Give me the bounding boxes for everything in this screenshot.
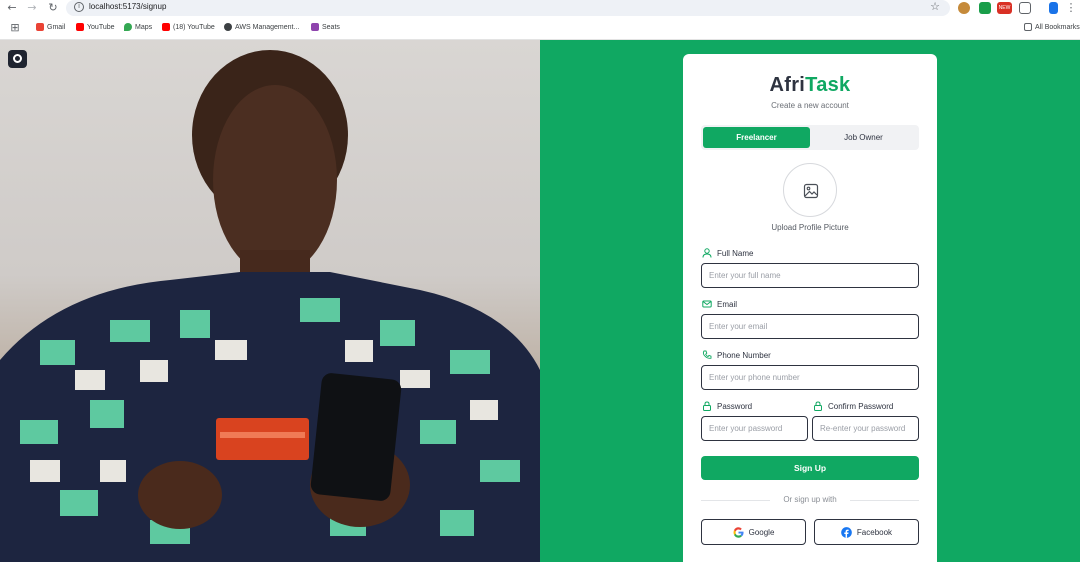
gmail-icon <box>36 23 44 31</box>
mail-icon <box>702 300 712 308</box>
upload-profile-label: Upload Profile Picture <box>771 223 849 232</box>
extension-new-icon[interactable]: NEW <box>997 2 1012 14</box>
back-arrow-icon[interactable]: ← <box>5 1 19 15</box>
full-name-label: Full Name <box>702 248 753 258</box>
address-bar[interactable]: i localhost:5173/signup ☆ <box>66 0 950 16</box>
divider-text: Or sign up with <box>770 495 850 504</box>
tab-freelancer[interactable]: Freelancer <box>703 127 810 148</box>
extensions-puzzle-icon[interactable] <box>1019 2 1031 14</box>
reload-icon[interactable]: ↻ <box>46 1 60 15</box>
folder-icon <box>1024 23 1032 31</box>
apps-grid-icon[interactable]: ⊞ <box>8 21 22 35</box>
bookmark-seats[interactable]: Seats <box>311 23 340 31</box>
google-icon <box>733 526 744 538</box>
facebook-icon <box>841 526 852 538</box>
role-toggle: Freelancer Job Owner <box>701 125 919 150</box>
confirm-password-label: Confirm Password <box>813 401 893 411</box>
all-bookmarks[interactable]: All Bookmarks <box>1024 23 1080 31</box>
extension-green-icon[interactable] <box>979 2 991 14</box>
woman-with-phone-illustration <box>0 50 540 562</box>
profile-icon[interactable] <box>1049 2 1058 14</box>
sign-up-button[interactable]: Sign Up <box>701 456 919 480</box>
tab-job-owner[interactable]: Job Owner <box>810 127 917 148</box>
menu-dots-icon[interactable]: ⋮ <box>1064 1 1078 15</box>
user-icon <box>702 248 712 258</box>
password-input[interactable] <box>701 416 808 441</box>
password-label: Password <box>702 401 752 411</box>
brand-logo: AfriTask <box>769 74 851 96</box>
profile-picture-upload[interactable] <box>783 163 837 217</box>
bookmark-youtube-18[interactable]: (18) YouTube <box>162 23 215 31</box>
aws-icon <box>224 23 232 31</box>
hero-photo <box>0 40 540 562</box>
full-name-input[interactable] <box>701 263 919 288</box>
confirm-password-input[interactable] <box>812 416 919 441</box>
lock-icon <box>703 401 711 411</box>
extension-cookie-icon[interactable] <box>958 2 970 14</box>
bookmark-maps[interactable]: Maps <box>124 23 152 31</box>
site-info-icon[interactable]: i <box>74 2 84 12</box>
image-icon <box>803 183 819 199</box>
phone-label: Phone Number <box>702 350 771 360</box>
email-label: Email <box>702 299 737 309</box>
bookmark-youtube[interactable]: YouTube <box>76 23 115 31</box>
bookmark-aws[interactable]: AWS Management... <box>224 23 299 31</box>
seats-icon <box>311 23 319 31</box>
browser-chrome: ← → ↻ i localhost:5173/signup ☆ NEW ⋮ ⊞ … <box>0 0 1080 40</box>
lock-icon <box>814 401 822 411</box>
phone-input[interactable] <box>701 365 919 390</box>
email-input[interactable] <box>701 314 919 339</box>
phone-icon <box>702 350 712 359</box>
bookmark-gmail[interactable]: Gmail <box>36 23 65 31</box>
forward-arrow-icon[interactable]: → <box>25 1 39 15</box>
page-subtitle: Create a new account <box>771 101 849 110</box>
youtube-icon <box>76 23 84 31</box>
url-text: localhost:5173/signup <box>89 2 167 11</box>
image-toggle-button[interactable] <box>8 50 27 68</box>
maps-icon <box>124 23 132 31</box>
youtube-icon <box>162 23 170 31</box>
browser-toolbar: ← → ↻ i localhost:5173/signup ☆ NEW ⋮ <box>0 0 1080 17</box>
google-signup-button[interactable]: Google <box>701 519 806 545</box>
bookmarks-bar: ⊞ Gmail YouTube Maps (18) YouTube AWS Ma… <box>0 21 1080 37</box>
eye-icon <box>13 54 22 63</box>
facebook-signup-button[interactable]: Facebook <box>814 519 919 545</box>
bookmark-star-icon[interactable]: ☆ <box>930 0 940 13</box>
